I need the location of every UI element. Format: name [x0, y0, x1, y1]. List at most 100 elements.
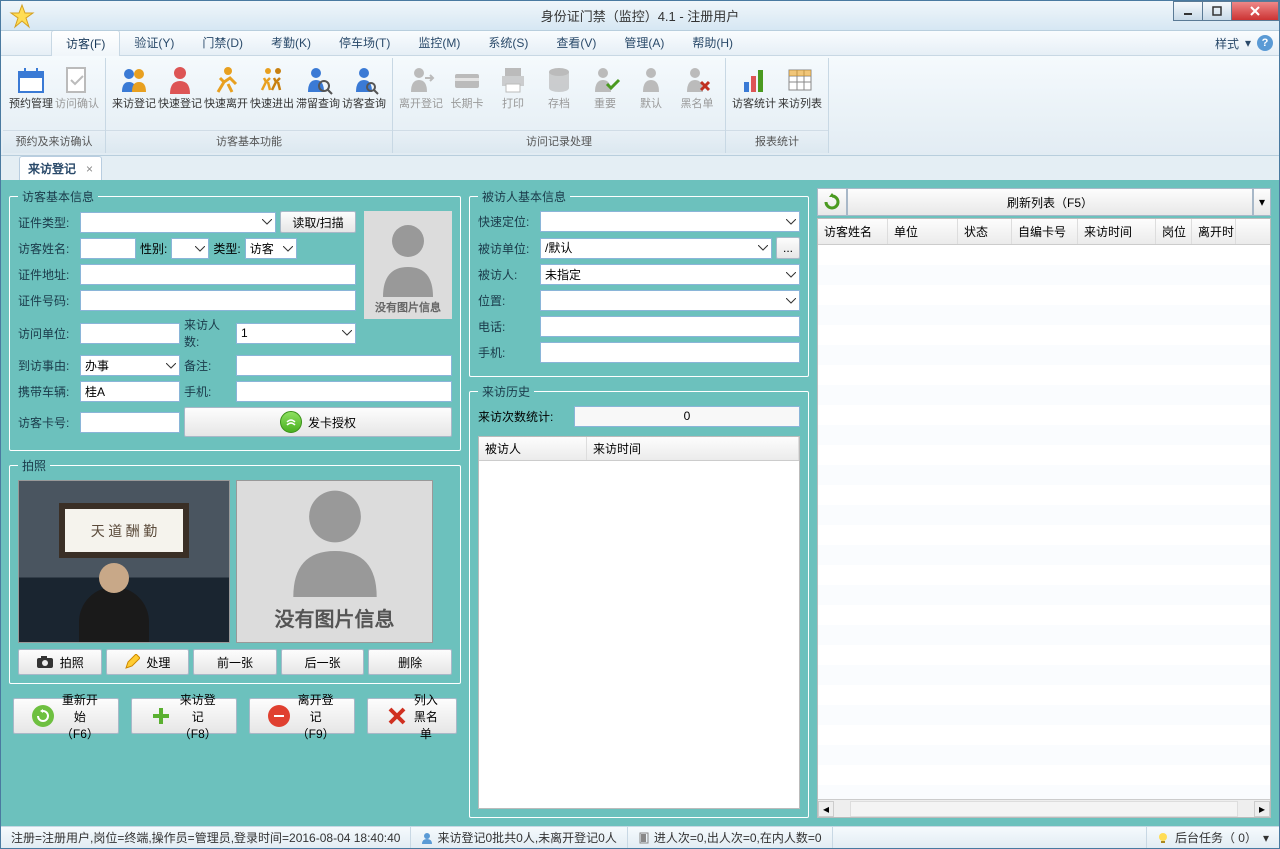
- host-select[interactable]: 未指定: [540, 264, 800, 285]
- next-photo-button[interactable]: 后一张: [281, 649, 365, 675]
- wall-frame: 天 道 酬 勤: [59, 503, 189, 558]
- grid-hscrollbar[interactable]: ◂▸: [818, 799, 1270, 817]
- label-host-unit: 被访单位:: [478, 240, 536, 257]
- ribbon-card[interactable]: 长期卡: [445, 60, 489, 130]
- quick-locate-select[interactable]: [540, 211, 800, 232]
- ribbon-person-check[interactable]: 重要: [583, 60, 627, 130]
- label-vehicle: 携带车辆:: [18, 383, 76, 400]
- no-photo-big-label: 没有图片信息: [275, 597, 395, 642]
- ribbon-person-yellow[interactable]: 默认: [629, 60, 673, 130]
- menu-tab-5[interactable]: 监控(M): [404, 30, 474, 56]
- ribbon-group-title: 预约及来访确认: [3, 130, 105, 153]
- ribbon-people-blue[interactable]: 来访登记: [112, 60, 156, 130]
- issue-card-button[interactable]: 发卡授权: [184, 407, 452, 437]
- run-yellow-icon: [210, 64, 242, 96]
- card-no-input[interactable]: [80, 412, 180, 433]
- grid-col-4[interactable]: 来访时间: [1078, 219, 1156, 244]
- style-menu[interactable]: 样式: [1215, 35, 1239, 52]
- restart-button[interactable]: 重新开始（F6）: [13, 698, 119, 734]
- photo-group: 拍照 天 道 酬 勤 没有图片信息 拍照 处理 前一张: [9, 457, 461, 684]
- ribbon-doc-check[interactable]: 访问确认: [55, 60, 99, 130]
- window-title: 身份证门禁（监控）4.1 - 注册用户: [541, 6, 740, 25]
- phone-input[interactable]: [236, 381, 452, 402]
- blacklist-button[interactable]: 列入黑名单: [367, 698, 457, 734]
- label-category: 类型:: [213, 240, 240, 257]
- style-dropdown-icon[interactable]: ▾: [1245, 36, 1251, 50]
- ribbon-run-two[interactable]: 快速进出: [250, 60, 294, 130]
- ribbon-person-leave[interactable]: 离开登记: [399, 60, 443, 130]
- reason-select[interactable]: 办事: [80, 355, 180, 376]
- menubar: 访客(F)验证(Y)门禁(D)考勤(K)停车场(T)监控(M)系统(S)查看(V…: [1, 31, 1279, 56]
- ribbon-bars[interactable]: 访客统计: [732, 60, 776, 130]
- menu-tab-7[interactable]: 查看(V): [542, 30, 610, 56]
- leave-button[interactable]: 离开登记（F9）: [249, 698, 355, 734]
- label-gender: 性别:: [140, 240, 167, 257]
- tab-close-icon[interactable]: ×: [86, 162, 93, 176]
- refresh-dropdown-button[interactable]: ▾: [1253, 188, 1271, 216]
- visit-unit-input[interactable]: [80, 323, 180, 344]
- ribbon-db[interactable]: 存档: [537, 60, 581, 130]
- grid-col-0[interactable]: 访客姓名: [818, 219, 888, 244]
- process-button[interactable]: 处理: [106, 649, 190, 675]
- gender-select[interactable]: [171, 238, 209, 259]
- label-visit-count-stat: 来访次数统计:: [478, 408, 570, 425]
- photo-legend: 拍照: [18, 457, 50, 474]
- cert-addr-input[interactable]: [80, 264, 356, 285]
- ribbon-person-search[interactable]: 访客查询: [342, 60, 386, 130]
- status-register-info: 来访登记0批共0人,未离开登记0人: [411, 827, 627, 848]
- visit-count-select[interactable]: 1: [236, 323, 356, 344]
- position-select[interactable]: [540, 290, 800, 311]
- status-tasks[interactable]: 后台任务（ 0）▾: [1146, 827, 1279, 848]
- delete-photo-button[interactable]: 删除: [368, 649, 452, 675]
- bulb-icon: [1157, 832, 1169, 844]
- prev-photo-button[interactable]: 前一张: [193, 649, 277, 675]
- menu-tab-2[interactable]: 门禁(D): [188, 30, 257, 56]
- menu-tab-0[interactable]: 访客(F): [51, 30, 120, 56]
- host-unit-select[interactable]: /默认: [540, 238, 772, 259]
- visitor-name-input[interactable]: [80, 238, 136, 259]
- menu-tab-4[interactable]: 停车场(T): [325, 30, 404, 56]
- grid-col-2[interactable]: 状态: [958, 219, 1012, 244]
- grid-col-5[interactable]: 岗位: [1156, 219, 1192, 244]
- ribbon-person-lens[interactable]: 滞留查询: [296, 60, 340, 130]
- menu-tab-3[interactable]: 考勤(K): [257, 30, 325, 56]
- unit-browse-button[interactable]: ...: [776, 237, 800, 259]
- grid-body[interactable]: [818, 245, 1270, 799]
- shoot-button[interactable]: 拍照: [18, 649, 102, 675]
- vehicle-input[interactable]: [80, 381, 180, 402]
- tab-visit-register[interactable]: 来访登记 ×: [19, 156, 102, 180]
- close-button[interactable]: [1231, 1, 1279, 21]
- grid-col-6[interactable]: 离开时: [1192, 219, 1236, 244]
- refresh-icon-button[interactable]: [817, 188, 847, 216]
- history-col-time[interactable]: 来访时间: [587, 437, 799, 460]
- maximize-button[interactable]: [1202, 1, 1232, 21]
- read-scan-button[interactable]: 读取/扫描: [280, 211, 356, 233]
- ribbon-person-x[interactable]: 黑名单: [675, 60, 719, 130]
- minimize-button[interactable]: [1173, 1, 1203, 21]
- ribbon-printer[interactable]: 打印: [491, 60, 535, 130]
- category-select[interactable]: 访客: [245, 238, 297, 259]
- ribbon-run-yellow[interactable]: 快速离开: [204, 60, 248, 130]
- grid-col-3[interactable]: 自编卡号: [1012, 219, 1078, 244]
- grid-col-1[interactable]: 单位: [888, 219, 958, 244]
- menu-tab-9[interactable]: 帮助(H): [678, 30, 747, 56]
- menu-tab-8[interactable]: 管理(A): [610, 30, 678, 56]
- menu-tab-1[interactable]: 验证(Y): [120, 30, 188, 56]
- label-visit-count: 来访人数:: [184, 316, 232, 350]
- cert-type-select[interactable]: [80, 212, 276, 233]
- refresh-list-button[interactable]: 刷新列表（F5）: [847, 188, 1253, 216]
- visitor-grid: 访客姓名单位状态自编卡号来访时间岗位离开时 ◂▸: [817, 218, 1271, 818]
- register-button[interactable]: 来访登记（F8）: [131, 698, 237, 734]
- help-icon[interactable]: ?: [1257, 35, 1273, 51]
- ribbon-calendar[interactable]: 预约管理: [9, 60, 53, 130]
- history-col-host[interactable]: 被访人: [479, 437, 587, 460]
- remark-input[interactable]: [236, 355, 452, 376]
- doc-check-icon: [61, 64, 93, 96]
- ribbon-person-red[interactable]: 快速登记: [158, 60, 202, 130]
- mobile-input[interactable]: [540, 342, 800, 363]
- history-table: 被访人 来访时间: [478, 436, 800, 809]
- ribbon-table[interactable]: 来访列表: [778, 60, 822, 130]
- menu-tab-6[interactable]: 系统(S): [474, 30, 542, 56]
- tel-input[interactable]: [540, 316, 800, 337]
- cert-no-input[interactable]: [80, 290, 356, 311]
